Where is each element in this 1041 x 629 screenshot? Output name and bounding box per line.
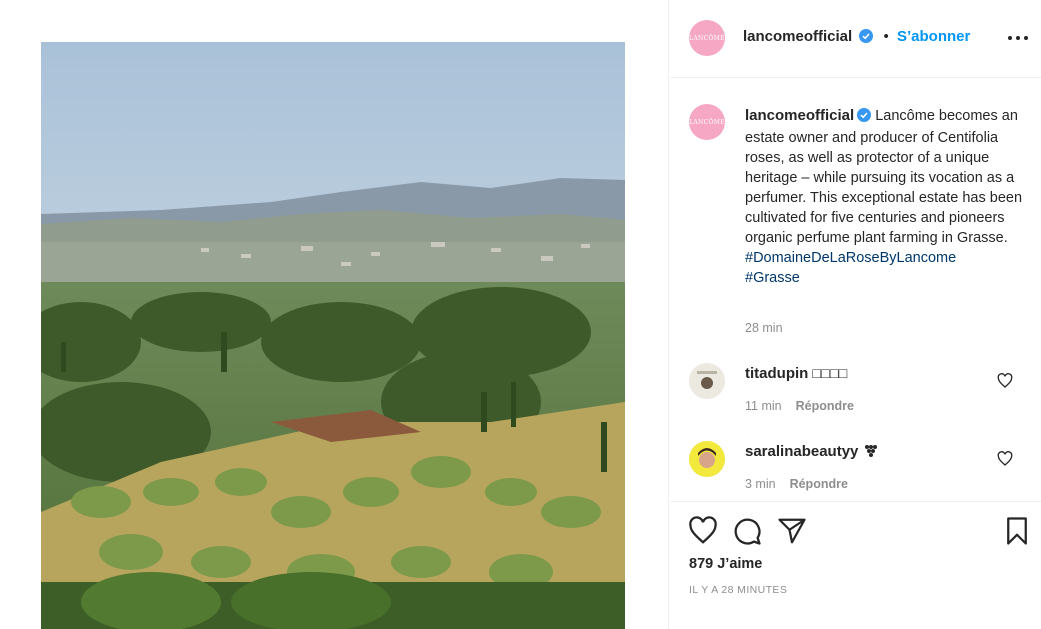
author-avatar[interactable]: LANCÔME (689, 20, 725, 56)
comments-section: LANCÔME lancomeofficial Lancôme becomes … (670, 79, 1041, 501)
more-options-icon[interactable] (1008, 30, 1028, 46)
comment-icon[interactable] (732, 516, 762, 546)
post-caption: lancomeofficial Lancôme becomes an estat… (745, 106, 1025, 288)
post-header: LANCÔME lancomeofficial • S’abonner (670, 0, 1041, 78)
commenter-username[interactable]: saralinabeautyy (745, 443, 858, 460)
grapes-icon (864, 443, 878, 461)
avatar-logo-text: LANCÔME (689, 118, 725, 126)
caption-author-avatar[interactable]: LANCÔME (689, 104, 725, 140)
header-separator: • (883, 28, 889, 45)
comment-text: □□□□ (812, 366, 848, 382)
comment-body: titadupin □□□□ (745, 365, 847, 382)
comment-item: titadupin □□□□ 11 min Répondre (670, 357, 1041, 427)
hashtag-link[interactable]: #DomaineDeLaRoseByLancome (745, 248, 1025, 268)
avatar-logo-text: LANCÔME (689, 34, 725, 42)
reply-button[interactable]: Répondre (796, 399, 854, 413)
hashtag-link[interactable]: #Grasse (745, 268, 1025, 288)
landscape-image (41, 42, 625, 629)
verified-badge-icon (857, 108, 872, 128)
header-username-row: lancomeofficial • S’abonner (743, 28, 970, 47)
post-side-panel: LANCÔME lancomeofficial • S’abonner LANC… (670, 0, 1041, 629)
media-panel (0, 0, 669, 629)
caption-timestamp: 28 min (745, 321, 783, 335)
heart-icon[interactable] (688, 516, 718, 546)
comment-heart-icon[interactable] (997, 373, 1013, 389)
caption-text: Lancôme becomes an estate owner and prod… (745, 108, 1023, 246)
commenter-avatar[interactable] (689, 441, 725, 477)
verified-badge-icon (859, 29, 874, 47)
likes-count[interactable]: 879 J’aime (689, 556, 762, 572)
comment-heart-icon[interactable] (997, 451, 1013, 467)
author-username[interactable]: lancomeofficial (743, 28, 852, 45)
post-photo[interactable] (41, 42, 625, 629)
commenter-username[interactable]: titadupin (745, 365, 808, 382)
post-timestamp: IL Y A 28 MINUTES (689, 584, 788, 596)
share-icon[interactable] (777, 516, 807, 546)
comment-time: 11 min (745, 399, 782, 413)
post-actions: 879 J’aime IL Y A 28 MINUTES (670, 501, 1041, 629)
bookmark-icon[interactable] (1002, 516, 1032, 546)
caption-username[interactable]: lancomeofficial (745, 107, 854, 124)
comment-meta: 3 min Répondre (745, 477, 848, 491)
commenter-avatar[interactable] (689, 363, 725, 399)
follow-button[interactable]: S’abonner (897, 28, 970, 45)
reply-button[interactable]: Répondre (790, 477, 848, 491)
comment-item: saralinabeautyy 3 min Répondre (670, 435, 1041, 505)
comment-meta: 11 min Répondre (745, 399, 854, 413)
comment-time: 3 min (745, 477, 776, 491)
comment-body: saralinabeautyy (745, 443, 878, 461)
